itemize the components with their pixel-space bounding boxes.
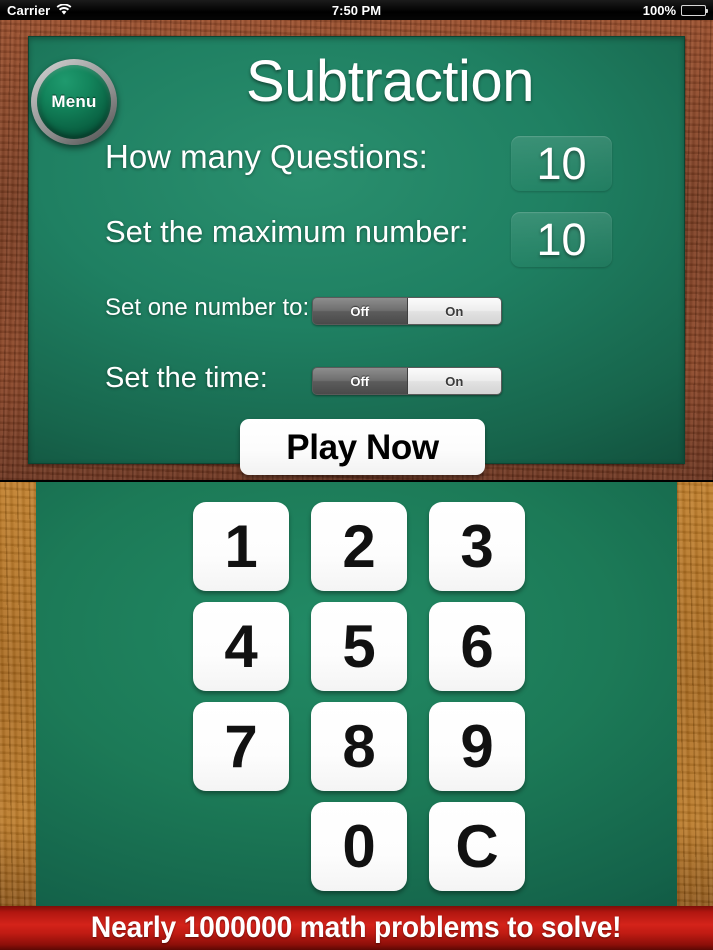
settings-panel: Menu Subtraction How many Questions: 10 … bbox=[0, 20, 713, 480]
ad-banner[interactable]: Nearly 1000000 math problems to solve! bbox=[0, 906, 713, 950]
keypad-key-0[interactable]: 0 bbox=[311, 802, 407, 891]
keypad-key-label: 3 bbox=[460, 512, 494, 580]
keypad-key-label: C bbox=[455, 812, 499, 880]
keypad-key-label: 0 bbox=[342, 812, 376, 880]
status-bar-left: Carrier bbox=[0, 4, 200, 17]
numeric-keypad: 1 2 3 4 5 6 7 8 9 0 C bbox=[193, 502, 526, 891]
keypad-key-1[interactable]: 1 bbox=[193, 502, 289, 591]
keypad-key-label: 5 bbox=[342, 612, 376, 680]
carrier-label: Carrier bbox=[7, 2, 51, 18]
setting-label-time: Set the time: bbox=[105, 362, 268, 394]
keypad-key-8[interactable]: 8 bbox=[311, 702, 407, 791]
menu-button-inner: Menu bbox=[37, 65, 111, 139]
keypad-key-3[interactable]: 3 bbox=[429, 502, 525, 591]
keypad-key-label: 4 bbox=[224, 612, 258, 680]
status-bar: Carrier 7:50 PM 100% bbox=[0, 0, 713, 20]
keypad-key-label: 1 bbox=[224, 512, 258, 580]
keypad-key-c[interactable]: C bbox=[429, 802, 525, 891]
maximum-value-field[interactable]: 10 bbox=[511, 212, 612, 267]
maximum-value: 10 bbox=[536, 214, 587, 265]
time-toggle-on[interactable]: On bbox=[407, 368, 501, 394]
keypad-key-label: 6 bbox=[460, 612, 494, 680]
menu-button[interactable]: Menu bbox=[31, 59, 117, 145]
battery-percent-label: 100% bbox=[642, 2, 676, 18]
app-screen: Carrier 7:50 PM 100% Menu Subtraction Ho… bbox=[0, 0, 713, 950]
play-now-label: Play Now bbox=[286, 427, 439, 467]
ad-banner-text: Nearly 1000000 math problems to solve! bbox=[91, 911, 622, 944]
keypad-key-empty bbox=[193, 802, 289, 891]
battery-full-icon bbox=[681, 4, 708, 16]
keypad-panel: 1 2 3 4 5 6 7 8 9 0 C bbox=[0, 482, 713, 906]
keypad-key-label: 2 bbox=[342, 512, 376, 580]
time-toggle[interactable]: Off On bbox=[312, 367, 502, 395]
keypad-key-2[interactable]: 2 bbox=[311, 502, 407, 591]
status-bar-right: 100% bbox=[513, 4, 713, 17]
keypad-key-5[interactable]: 5 bbox=[311, 602, 407, 691]
keypad-key-7[interactable]: 7 bbox=[193, 702, 289, 791]
menu-button-label: Menu bbox=[51, 92, 97, 111]
time-toggle-off[interactable]: Off bbox=[313, 368, 408, 394]
questions-value-field[interactable]: 10 bbox=[511, 136, 612, 191]
keypad-key-9[interactable]: 9 bbox=[429, 702, 525, 791]
one-number-toggle-off[interactable]: Off bbox=[313, 298, 408, 324]
keypad-key-label: 9 bbox=[460, 712, 494, 780]
page-title: Subtraction bbox=[246, 49, 534, 114]
one-number-toggle[interactable]: Off On bbox=[312, 297, 502, 325]
setting-label-one-number: Set one number to: bbox=[105, 294, 310, 321]
keypad-key-label: 7 bbox=[224, 712, 258, 780]
wifi-icon bbox=[56, 4, 72, 15]
status-bar-clock: 7:50 PM bbox=[331, 2, 382, 18]
keypad-key-6[interactable]: 6 bbox=[429, 602, 525, 691]
one-number-toggle-on[interactable]: On bbox=[407, 298, 501, 324]
questions-value: 10 bbox=[536, 138, 587, 189]
setting-label-maximum: Set the maximum number: bbox=[105, 214, 469, 249]
setting-label-questions: How many Questions: bbox=[105, 138, 428, 175]
keypad-key-label: 8 bbox=[342, 712, 376, 780]
keypad-key-4[interactable]: 4 bbox=[193, 602, 289, 691]
play-now-button[interactable]: Play Now bbox=[240, 419, 485, 475]
